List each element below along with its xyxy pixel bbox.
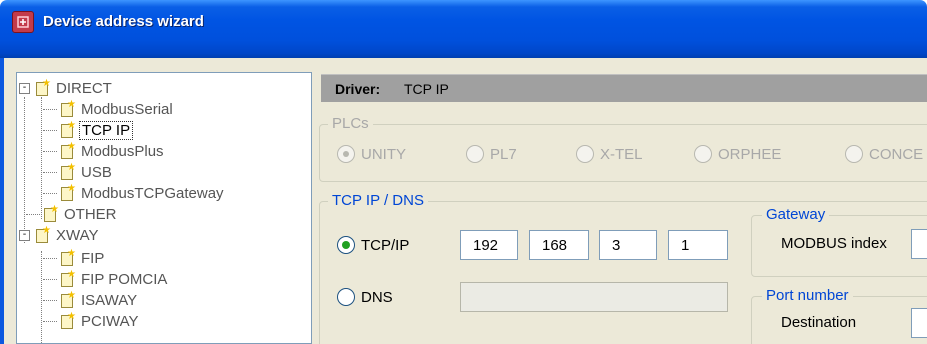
tree-item-modbusserial[interactable]: ★ ModbusSerial	[43, 99, 175, 120]
tree-item-label: ModbusTCPGateway	[81, 185, 224, 202]
plc-radio-pl7[interactable]: PL7	[466, 145, 517, 163]
modbus-index-field[interactable]	[911, 229, 927, 259]
radio-label: TCP/IP	[361, 236, 410, 254]
wizard-app-icon	[12, 11, 34, 33]
folder-icon: ★	[59, 183, 76, 202]
collapse-icon[interactable]: -	[19, 230, 30, 241]
tree-item-label: ModbusPlus	[81, 143, 164, 160]
tree-connector-line	[24, 97, 25, 243]
folder-icon: ★	[34, 78, 51, 97]
driver-header: Driver: TCP IP	[321, 74, 927, 102]
client-frame: - ★ DIRECT ★ ModbusSerial ★ TCP IP ★ Mod…	[0, 58, 927, 344]
tree-item-label: USB	[81, 164, 112, 181]
tree-item-label: XWAY	[56, 227, 99, 244]
ip-octet-3-field[interactable]: 3	[599, 230, 657, 260]
window-title: Device address wizard	[43, 13, 204, 30]
radio-indicator	[337, 288, 355, 306]
folder-icon: ★	[59, 162, 76, 181]
plc-radio-orphee[interactable]: ORPHEE	[694, 145, 781, 163]
tree-item-xway[interactable]: - ★ XWAY	[19, 225, 101, 246]
device-address-wizard-window: Device address wizard - ★ DIRECT ★ Modbu…	[0, 0, 927, 344]
folder-icon: ★	[59, 141, 76, 160]
tree-item-label: DIRECT	[56, 80, 112, 97]
ip-octet-2-field[interactable]: 168	[529, 230, 589, 260]
tree-item-label: ISAWAY	[81, 292, 138, 309]
tree-item-label: FIP	[81, 250, 105, 267]
folder-icon: ★	[59, 99, 76, 118]
tree-item-label: ModbusSerial	[81, 101, 173, 118]
tree-item-usb[interactable]: ★ USB	[43, 162, 114, 183]
radio-label: DNS	[361, 288, 393, 306]
driver-value: TCP IP	[404, 81, 449, 97]
tree-item-pciway[interactable]: ★ PCIWAY	[43, 311, 141, 332]
title-bar[interactable]: Device address wizard	[0, 0, 927, 58]
radio-indicator	[337, 145, 355, 163]
destination-port-field[interactable]	[911, 308, 927, 338]
tree-item-label: TCP IP	[79, 121, 134, 140]
tree-item-label: OTHER	[64, 206, 117, 223]
destination-label: Destination	[781, 314, 857, 331]
folder-icon: ★	[59, 311, 76, 330]
dns-radio[interactable]: DNS	[337, 288, 393, 306]
tree-item-label: PCIWAY	[81, 313, 139, 330]
plc-radio-conce[interactable]: CONCE	[845, 145, 923, 163]
radio-indicator	[576, 145, 594, 163]
radio-label: PL7	[490, 145, 517, 163]
tree-item-modbustcpgateway[interactable]: ★ ModbusTCPGateway	[43, 183, 226, 204]
tree-connector-line	[41, 97, 42, 219]
folder-icon: ★	[59, 290, 76, 309]
radio-label: UNITY	[361, 145, 406, 163]
radio-indicator	[694, 145, 712, 163]
radio-label: ORPHEE	[718, 145, 782, 163]
modbus-index-label: MODBUS index	[781, 235, 887, 252]
folder-icon: ★	[59, 269, 76, 288]
driver-key-label: Driver:	[335, 81, 381, 97]
radio-label: CONCE	[869, 145, 924, 163]
tree-item-other[interactable]: ★ OTHER	[26, 204, 119, 225]
folder-icon: ★	[59, 120, 76, 139]
tcpip-radio[interactable]: TCP/IP	[337, 236, 409, 254]
driver-tree[interactable]: - ★ DIRECT ★ ModbusSerial ★ TCP IP ★ Mod…	[16, 72, 312, 344]
tree-item-fip-pomcia[interactable]: ★ FIP POMCIA	[43, 269, 169, 290]
tree-item-isaway[interactable]: ★ ISAWAY	[43, 290, 139, 311]
radio-indicator	[845, 145, 863, 163]
plc-radio-unity[interactable]: UNITY	[337, 145, 406, 163]
gateway-legend: Gateway	[762, 206, 830, 223]
radio-label: X-TEL	[600, 145, 643, 163]
tcpip-dns-legend: TCP IP / DNS	[328, 192, 428, 209]
plcs-legend: PLCs	[328, 115, 373, 132]
tree-connector-line	[41, 251, 42, 344]
collapse-icon[interactable]: -	[19, 83, 30, 94]
radio-indicator	[466, 145, 484, 163]
ip-octet-1-field[interactable]: 192	[460, 230, 518, 260]
client-area: - ★ DIRECT ★ ModbusSerial ★ TCP IP ★ Mod…	[4, 58, 927, 344]
tree-item-fip[interactable]: ★ FIP	[43, 248, 106, 269]
tree-item-direct[interactable]: - ★ DIRECT	[19, 78, 114, 99]
folder-icon: ★	[34, 225, 51, 244]
port-number-legend: Port number	[762, 287, 853, 304]
ip-octet-4-field[interactable]: 1	[668, 230, 728, 260]
tree-item-label: FIP POMCIA	[81, 271, 168, 288]
radio-indicator	[337, 236, 355, 254]
folder-icon: ★	[42, 204, 59, 223]
tree-item-modbusplus[interactable]: ★ ModbusPlus	[43, 141, 166, 162]
tree-item-tcpip[interactable]: ★ TCP IP	[43, 120, 134, 141]
folder-icon: ★	[59, 248, 76, 267]
dns-field[interactable]	[460, 282, 728, 312]
plc-radio-xtel[interactable]: X-TEL	[576, 145, 643, 163]
